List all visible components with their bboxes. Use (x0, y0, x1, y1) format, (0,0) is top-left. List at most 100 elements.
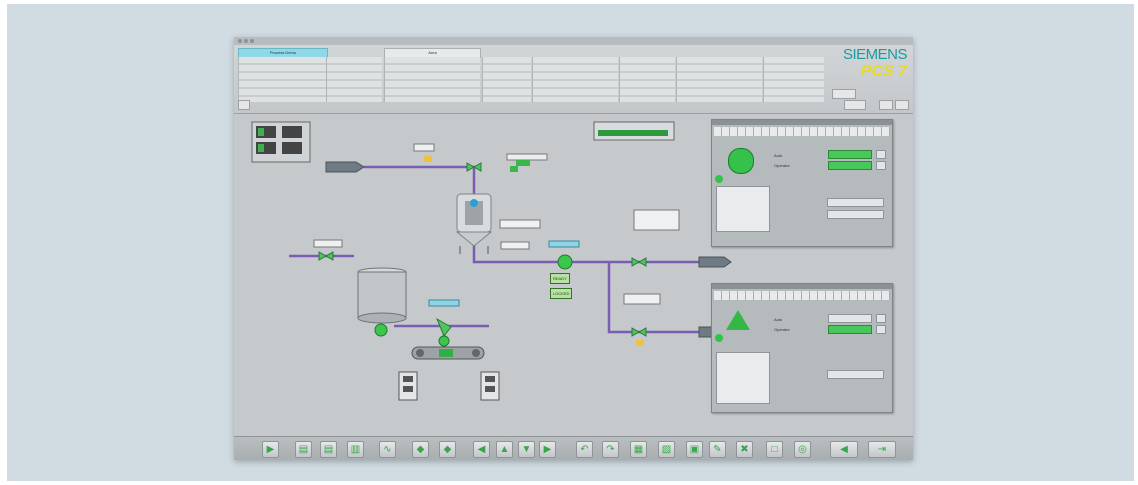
area-overview-column[interactable] (676, 57, 762, 102)
faceplate-toolbar[interactable] (714, 127, 890, 136)
edit-icon[interactable]: ✎ (709, 441, 726, 458)
locked-status[interactable]: LOCKED (550, 288, 573, 299)
indicator-block[interactable] (593, 121, 675, 141)
faceplate-button[interactable] (876, 150, 886, 159)
parameter-list[interactable] (716, 186, 770, 232)
faceplate-button[interactable] (876, 314, 886, 323)
run-indicator[interactable] (828, 325, 872, 334)
report-icon[interactable]: ▧ (658, 441, 675, 458)
overview-header: Process Demo Area SIEMENS PCS 7 (234, 37, 913, 114)
silo[interactable] (480, 371, 500, 401)
valve-icon[interactable] (631, 327, 647, 337)
status-dot (715, 334, 723, 342)
warning-icon (424, 156, 432, 162)
tag-box[interactable] (500, 241, 530, 250)
tag-box[interactable] (428, 299, 460, 307)
faceplate-button[interactable] (827, 210, 884, 219)
warning-icon (636, 340, 644, 346)
silo[interactable] (398, 371, 418, 401)
bottom-toolbar: ▶ ▤ ▤ ▥ ∿ ◆ ◆ ◀ ▲ ▼ ▶ ↶ ↷ ▦ ▧ ▣ ✎ ✖ □ ◎ ◀ ⇥ (234, 436, 913, 460)
mode-label: Auto (774, 153, 783, 158)
area-overview-column[interactable] (763, 57, 824, 102)
area-overview-column[interactable] (384, 57, 480, 102)
overview-icon[interactable]: ▦ (630, 441, 647, 458)
motor-icon (728, 148, 754, 174)
print-icon[interactable]: ▣ (686, 441, 703, 458)
alarm-icon[interactable]: ◆ (412, 441, 429, 458)
header-button[interactable] (832, 89, 856, 99)
status-dot (238, 39, 242, 43)
faceplate-button[interactable] (828, 314, 872, 323)
feed-inlet[interactable] (325, 161, 365, 173)
pump-icon[interactable] (557, 254, 573, 270)
faceplate-window[interactable]: Auto Operator (711, 283, 893, 413)
process-picture: READY LOCKED Auto Operator Auto Operator (234, 114, 913, 436)
run-indicator[interactable] (828, 161, 872, 170)
locked-label: LOCKED (553, 291, 570, 296)
document-icon[interactable]: ▥ (347, 441, 364, 458)
faceplate-toolbar[interactable] (714, 291, 890, 300)
valve-icon (726, 310, 750, 330)
tag-box[interactable] (633, 209, 680, 231)
tag-box[interactable] (499, 219, 541, 229)
siemens-logo: SIEMENS PCS 7 (835, 47, 908, 81)
play-icon[interactable]: ▶ (262, 441, 279, 458)
tag-box[interactable] (313, 239, 343, 248)
faceplate-window[interactable]: Auto Operator (711, 119, 893, 247)
area-overview-column[interactable] (619, 57, 675, 102)
faceplate-button[interactable] (827, 370, 884, 379)
area-overview-column[interactable] (326, 57, 382, 102)
tag-box[interactable] (548, 240, 580, 248)
folder-icon[interactable]: ▤ (295, 441, 312, 458)
pcs7-operator-screen: Process Demo Area SIEMENS PCS 7 READY LO… (234, 37, 913, 460)
trend-icon[interactable]: ∿ (379, 441, 396, 458)
folder-icon[interactable]: ▤ (320, 441, 337, 458)
parameter-list[interactable] (716, 352, 770, 404)
tag-box[interactable] (623, 293, 661, 305)
status-dot (715, 175, 723, 183)
operator-label: Operator (774, 163, 790, 168)
arrow-up-icon[interactable]: ▲ (496, 441, 513, 458)
area-overview-column[interactable] (238, 57, 327, 102)
forward-icon[interactable]: ↷ (602, 441, 619, 458)
tag-box[interactable] (413, 143, 435, 152)
speaker-icon[interactable]: ◀ (830, 441, 858, 458)
pump-icon[interactable] (438, 335, 450, 347)
storage-tank[interactable] (357, 267, 407, 324)
arrow-left-icon[interactable]: ◀ (473, 441, 490, 458)
faceplate-titlebar[interactable] (712, 120, 892, 125)
start-button[interactable] (828, 150, 872, 159)
arrow-right-icon[interactable]: ▶ (539, 441, 556, 458)
exit-icon[interactable]: ⇥ (868, 441, 896, 458)
area-overview-column[interactable] (482, 57, 531, 102)
ready-status[interactable]: READY (550, 273, 570, 284)
monitor-icon[interactable]: □ (766, 441, 783, 458)
arrow-down-icon[interactable]: ▼ (518, 441, 535, 458)
search-icon[interactable]: ◎ (794, 441, 811, 458)
header-button[interactable] (895, 100, 909, 110)
faceplate-button[interactable] (876, 325, 886, 334)
ready-label: READY (553, 276, 567, 281)
area-label: Area (428, 50, 437, 55)
valve-icon[interactable] (318, 251, 334, 261)
faceplate-titlebar[interactable] (712, 284, 892, 289)
faceplate-button[interactable] (876, 161, 886, 170)
product-outlet[interactable] (698, 256, 732, 268)
header-button[interactable] (238, 100, 250, 110)
control-group[interactable] (251, 121, 311, 163)
level-indicator[interactable] (506, 153, 548, 172)
back-icon[interactable]: ↶ (576, 441, 593, 458)
pcs7-wordmark: PCS 7 (860, 63, 907, 80)
header-button[interactable] (844, 100, 866, 110)
conveyor[interactable] (411, 346, 485, 360)
alarm-icon[interactable]: ◆ (439, 441, 456, 458)
title-strip (234, 37, 913, 45)
faceplate-button[interactable] (827, 198, 884, 207)
area-overview-column[interactable] (532, 57, 618, 102)
delete-icon[interactable]: ✖ (736, 441, 753, 458)
reactor-vessel[interactable] (455, 193, 493, 254)
valve-icon[interactable] (631, 257, 647, 267)
valve-icon[interactable] (435, 317, 452, 337)
pump-icon[interactable] (374, 323, 388, 337)
header-button[interactable] (879, 100, 893, 110)
